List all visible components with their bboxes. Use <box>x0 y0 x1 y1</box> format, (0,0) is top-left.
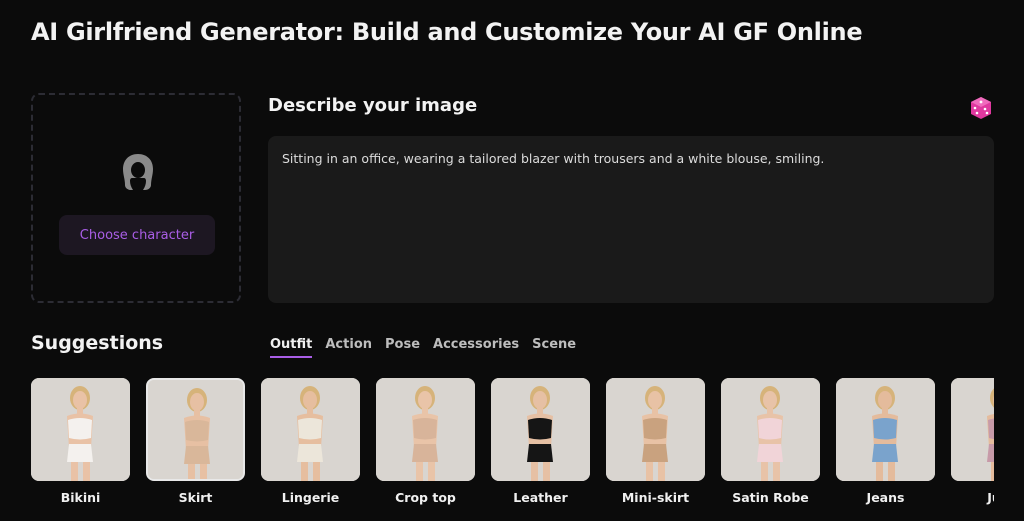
suggestion-thumbnail <box>951 378 994 481</box>
suggestion-card-lingerie[interactable]: Lingerie <box>261 378 360 505</box>
suggestion-cards: Bikini Skirt Lingerie Crop top Leather Mini-s… <box>31 378 994 521</box>
suggestion-label: Mini-skirt <box>621 490 690 505</box>
suggestion-card-leather[interactable]: Leather <box>491 378 590 505</box>
female-avatar-icon <box>123 154 153 190</box>
suggestion-tabs: Outfit Action Pose Accessories Scene <box>270 337 589 358</box>
character-picker[interactable]: Choose character <box>31 93 241 303</box>
suggestion-thumbnail <box>261 378 360 481</box>
suggestion-label: Lingerie <box>281 490 340 505</box>
suggestion-thumbnail <box>491 378 590 481</box>
random-dice-icon[interactable] <box>968 95 994 121</box>
prompt-text[interactable]: Sitting in an office, wearing a tailored… <box>282 150 980 168</box>
suggestion-thumbnail <box>606 378 705 481</box>
suggestion-label: Leather <box>513 490 568 505</box>
suggestion-card-satin-robe[interactable]: Satin Robe <box>721 378 820 505</box>
suggestion-label: Satin Robe <box>732 490 809 505</box>
suggestion-card-crop-top[interactable]: Crop top <box>376 378 475 505</box>
suggestion-label: Jeans <box>866 490 905 505</box>
describe-title: Describe your image <box>268 95 478 116</box>
page-title: AI Girlfriend Generator: Build and Custo… <box>31 18 863 46</box>
suggestion-card-jum[interactable]: Jum <box>951 378 994 505</box>
tab-action[interactable]: Action <box>325 337 372 358</box>
suggestion-label: Skirt <box>178 490 213 505</box>
suggestion-card-mini-skirt[interactable]: Mini-skirt <box>606 378 705 505</box>
tab-pose[interactable]: Pose <box>385 337 420 358</box>
suggestion-label: Bikini <box>60 490 101 505</box>
suggestion-card-bikini[interactable]: Bikini <box>31 378 130 505</box>
suggestion-thumbnail <box>721 378 820 481</box>
suggestion-thumbnail <box>146 378 245 481</box>
suggestions-title: Suggestions <box>31 332 164 354</box>
suggestion-thumbnail <box>376 378 475 481</box>
suggestion-thumbnail <box>31 378 130 481</box>
suggestion-label: Crop top <box>395 490 456 505</box>
suggestion-card-skirt[interactable]: Skirt <box>146 378 245 505</box>
prompt-textarea[interactable]: Sitting in an office, wearing a tailored… <box>268 136 994 303</box>
tab-scene[interactable]: Scene <box>532 337 576 358</box>
suggestion-thumbnail <box>836 378 935 481</box>
choose-character-button[interactable]: Choose character <box>59 215 215 255</box>
tab-accessories[interactable]: Accessories <box>433 337 519 358</box>
suggestion-card-jeans[interactable]: Jeans <box>836 378 935 505</box>
suggestion-label: Jum <box>987 490 994 505</box>
tab-outfit[interactable]: Outfit <box>270 337 313 358</box>
